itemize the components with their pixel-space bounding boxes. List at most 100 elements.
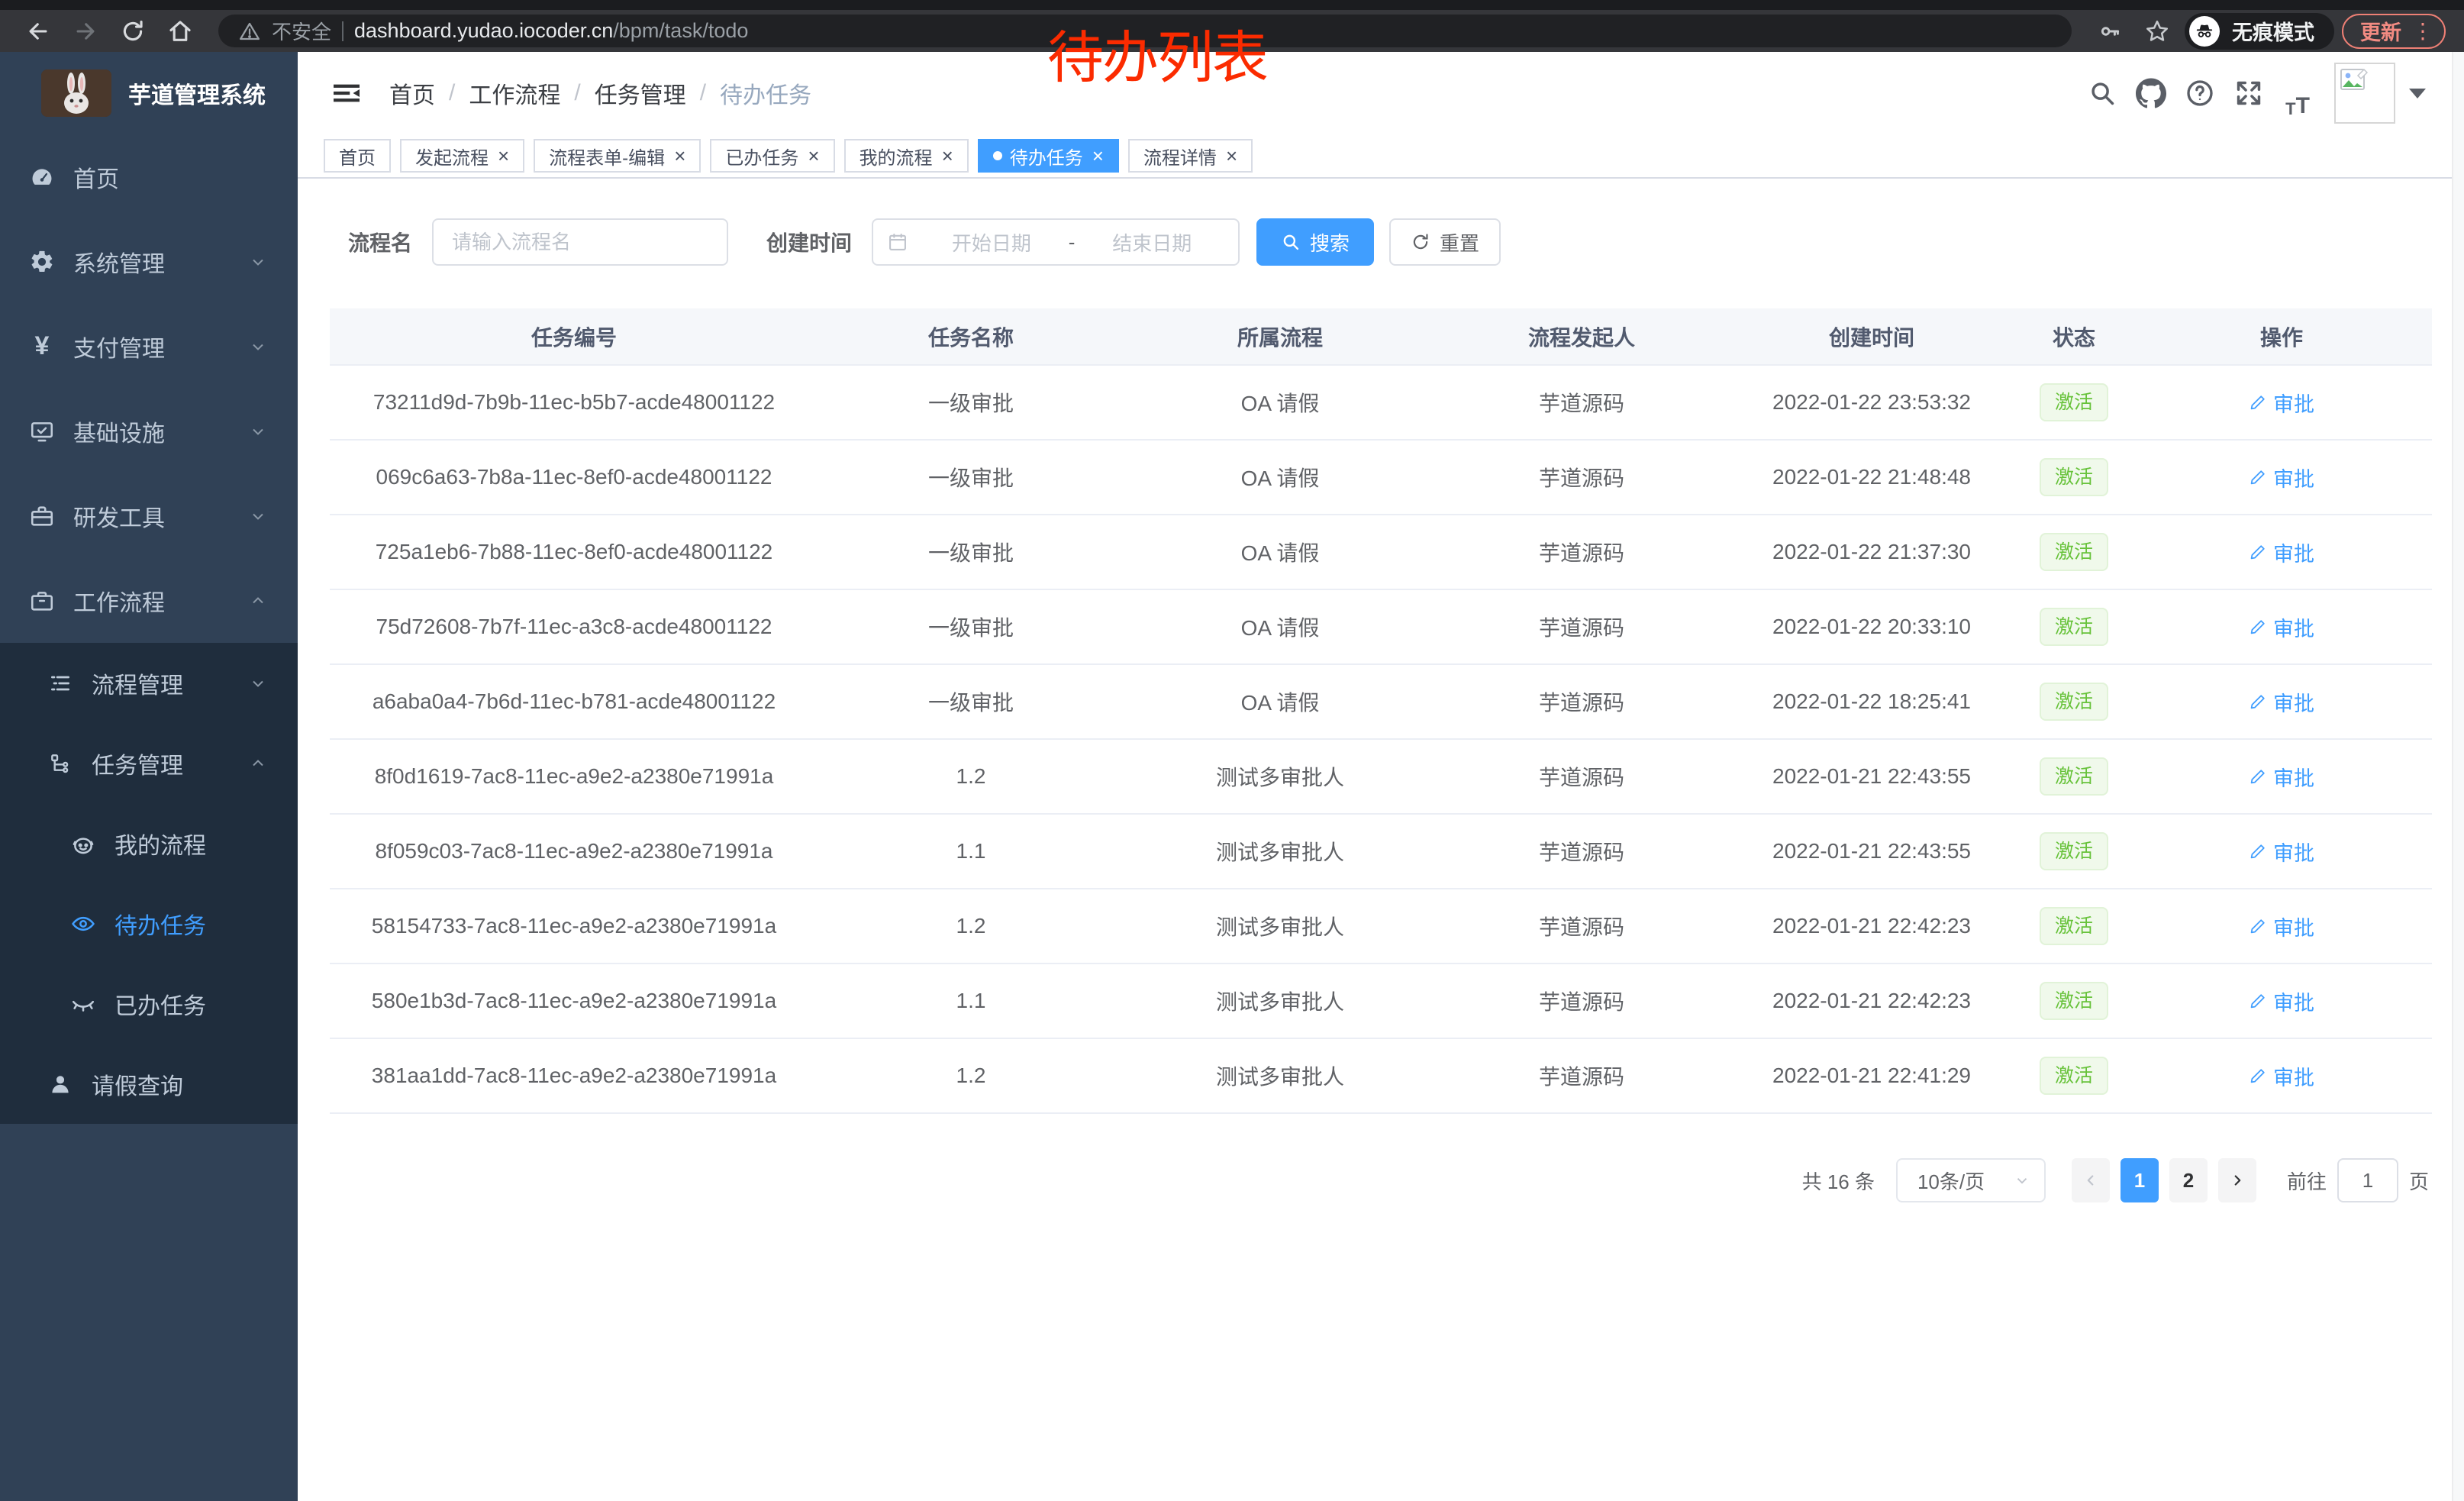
- fullscreen-icon[interactable]: [2224, 69, 2273, 118]
- search-button[interactable]: 搜索: [1256, 218, 1374, 266]
- cell-starter: 芋道源码: [1437, 739, 1727, 814]
- cell-task-name: 一级审批: [818, 515, 1124, 589]
- breadcrumb-item[interactable]: 任务管理: [595, 76, 686, 110]
- approve-link[interactable]: 审批: [2249, 612, 2314, 642]
- browser-url-bar[interactable]: 不安全 dashboard.yudao.iocoder.cn/bpm/task/…: [218, 15, 2072, 47]
- col-action: 操作: [2131, 308, 2432, 365]
- next-page-button[interactable]: [2218, 1158, 2256, 1202]
- tab-done-tasks[interactable]: 已办任务×: [710, 139, 834, 173]
- approve-link[interactable]: 审批: [2249, 388, 2314, 418]
- reset-button[interactable]: 重置: [1389, 218, 1501, 266]
- page-button-1[interactable]: 1: [2121, 1158, 2159, 1202]
- sidebar-item-label: 待办任务: [114, 907, 206, 941]
- bookmark-star-icon[interactable]: [2137, 14, 2177, 49]
- sidebar-item-label: 我的流程: [114, 827, 206, 860]
- update-label: 更新: [2360, 16, 2401, 46]
- sidebar-item-workflow[interactable]: 工作流程: [0, 558, 298, 643]
- page-button-2[interactable]: 2: [2169, 1158, 2208, 1202]
- approve-link[interactable]: 审批: [2249, 986, 2314, 1016]
- approve-link-label: 审批: [2273, 1061, 2314, 1091]
- sidebar-item-home[interactable]: 首页: [0, 134, 298, 219]
- sidebar-menu: 首页 系统管理 ¥ 支付管理 基础设施 研发工具: [0, 134, 298, 1124]
- approve-link[interactable]: 审批: [2249, 687, 2314, 717]
- browser-reload-icon[interactable]: [113, 14, 153, 49]
- breadcrumb-separator: /: [700, 80, 706, 106]
- sidebar-item-done-tasks[interactable]: 已办任务: [0, 964, 298, 1044]
- table-row: 580e1b3d-7ac8-11ec-a9e2-a2380e71991a1.1测…: [330, 964, 2432, 1038]
- dashboard-icon: [27, 164, 56, 190]
- cell-starter: 芋道源码: [1437, 964, 1727, 1038]
- browser-home-icon[interactable]: [160, 14, 200, 49]
- prev-page-button[interactable]: [2072, 1158, 2110, 1202]
- close-icon[interactable]: ×: [808, 146, 819, 166]
- status-badge: 激活: [2040, 1057, 2108, 1095]
- tab-process-detail[interactable]: 流程详情×: [1128, 139, 1253, 173]
- menu-fold-icon[interactable]: [331, 80, 362, 106]
- cell-process: OA 请假: [1124, 440, 1437, 515]
- approve-link[interactable]: 审批: [2249, 912, 2314, 941]
- approve-link[interactable]: 审批: [2249, 537, 2314, 567]
- tab-form-edit[interactable]: 流程表单-编辑×: [534, 139, 701, 173]
- approve-link[interactable]: 审批: [2249, 1061, 2314, 1091]
- approve-link[interactable]: 审批: [2249, 837, 2314, 867]
- date-range-picker[interactable]: 开始日期 - 结束日期: [872, 218, 1240, 266]
- close-icon[interactable]: ×: [498, 146, 509, 166]
- end-date-placeholder: 结束日期: [1079, 228, 1224, 257]
- password-key-icon[interactable]: [2090, 14, 2130, 49]
- app-header: 首页 / 工作流程 / 任务管理 / 待办任务 TT: [298, 52, 2464, 134]
- cell-task-name: 一级审批: [818, 365, 1124, 440]
- tab-label: 我的流程: [859, 143, 933, 169]
- chevron-down-icon: [249, 507, 267, 525]
- cell-process: 测试多审批人: [1124, 1038, 1437, 1113]
- col-task-id: 任务编号: [330, 308, 818, 365]
- sidebar-item-system[interactable]: 系统管理: [0, 219, 298, 304]
- close-icon[interactable]: ×: [674, 146, 685, 166]
- help-icon[interactable]: [2175, 69, 2224, 118]
- avatar-caret-icon[interactable]: [2409, 89, 2426, 98]
- sidebar-item-dev-tools[interactable]: 研发工具: [0, 473, 298, 558]
- table-header-row: 任务编号 任务名称 所属流程 流程发起人 创建时间 状态 操作: [330, 308, 2432, 365]
- sidebar-item-process-mgmt[interactable]: 流程管理: [0, 643, 298, 723]
- tab-todo-tasks[interactable]: 待办任务×: [978, 139, 1119, 173]
- sidebar-item-my-process[interactable]: 我的流程: [0, 803, 298, 883]
- browser-tabstrip: [0, 0, 2464, 10]
- tab-my-process[interactable]: 我的流程 ×: [844, 139, 969, 173]
- app-title: 芋道管理系统: [128, 76, 266, 110]
- approve-link-label: 审批: [2273, 612, 2314, 642]
- sidebar-item-task-mgmt[interactable]: 任务管理: [0, 723, 298, 803]
- sidebar-item-payment[interactable]: ¥ 支付管理: [0, 304, 298, 389]
- browser-update-button[interactable]: 更新 ⋮: [2342, 14, 2446, 49]
- cell-starter: 芋道源码: [1437, 814, 1727, 889]
- gear-icon: [27, 249, 56, 275]
- sidebar-item-label: 研发工具: [73, 499, 165, 533]
- breadcrumb-item[interactable]: 首页: [389, 76, 435, 110]
- process-name-label: 流程名: [348, 227, 412, 257]
- table-row: 725a1eb6-7b88-11ec-8ef0-acde48001122一级审批…: [330, 515, 2432, 589]
- github-icon[interactable]: [2127, 69, 2175, 118]
- close-icon[interactable]: ×: [942, 146, 953, 166]
- close-icon[interactable]: ×: [1226, 146, 1237, 166]
- process-name-input[interactable]: [432, 218, 728, 266]
- font-size-icon[interactable]: TT: [2273, 69, 2322, 118]
- avatar[interactable]: [2334, 63, 2395, 124]
- page-scrollbar[interactable]: [2452, 52, 2464, 1501]
- approve-link[interactable]: 审批: [2249, 762, 2314, 792]
- sidebar-item-leave-query[interactable]: 请假查询: [0, 1044, 298, 1124]
- cell-task-id: 75d72608-7b7f-11ec-a3c8-acde48001122: [330, 589, 818, 664]
- approve-link[interactable]: 审批: [2249, 463, 2314, 492]
- sidebar-item-todo-tasks[interactable]: 待办任务: [0, 883, 298, 964]
- breadcrumb-item[interactable]: 工作流程: [469, 76, 560, 110]
- tab-home[interactable]: 首页: [324, 139, 391, 173]
- browser-menu-icon[interactable]: ⋮: [2412, 21, 2433, 42]
- search-icon[interactable]: [2078, 69, 2127, 118]
- browser-back-icon[interactable]: [18, 14, 58, 49]
- goto-page-input[interactable]: [2337, 1158, 2398, 1202]
- toolbox-icon: [27, 503, 56, 529]
- browser-chrome: 不安全 dashboard.yudao.iocoder.cn/bpm/task/…: [0, 0, 2464, 52]
- page-size-select[interactable]: 10条/页: [1896, 1158, 2046, 1202]
- tab-start-process[interactable]: 发起流程×: [400, 139, 524, 173]
- close-icon[interactable]: ×: [1092, 146, 1104, 166]
- security-label: 不安全: [272, 17, 331, 45]
- browser-forward-icon[interactable]: [66, 14, 105, 49]
- sidebar-item-infrastructure[interactable]: 基础设施: [0, 389, 298, 473]
